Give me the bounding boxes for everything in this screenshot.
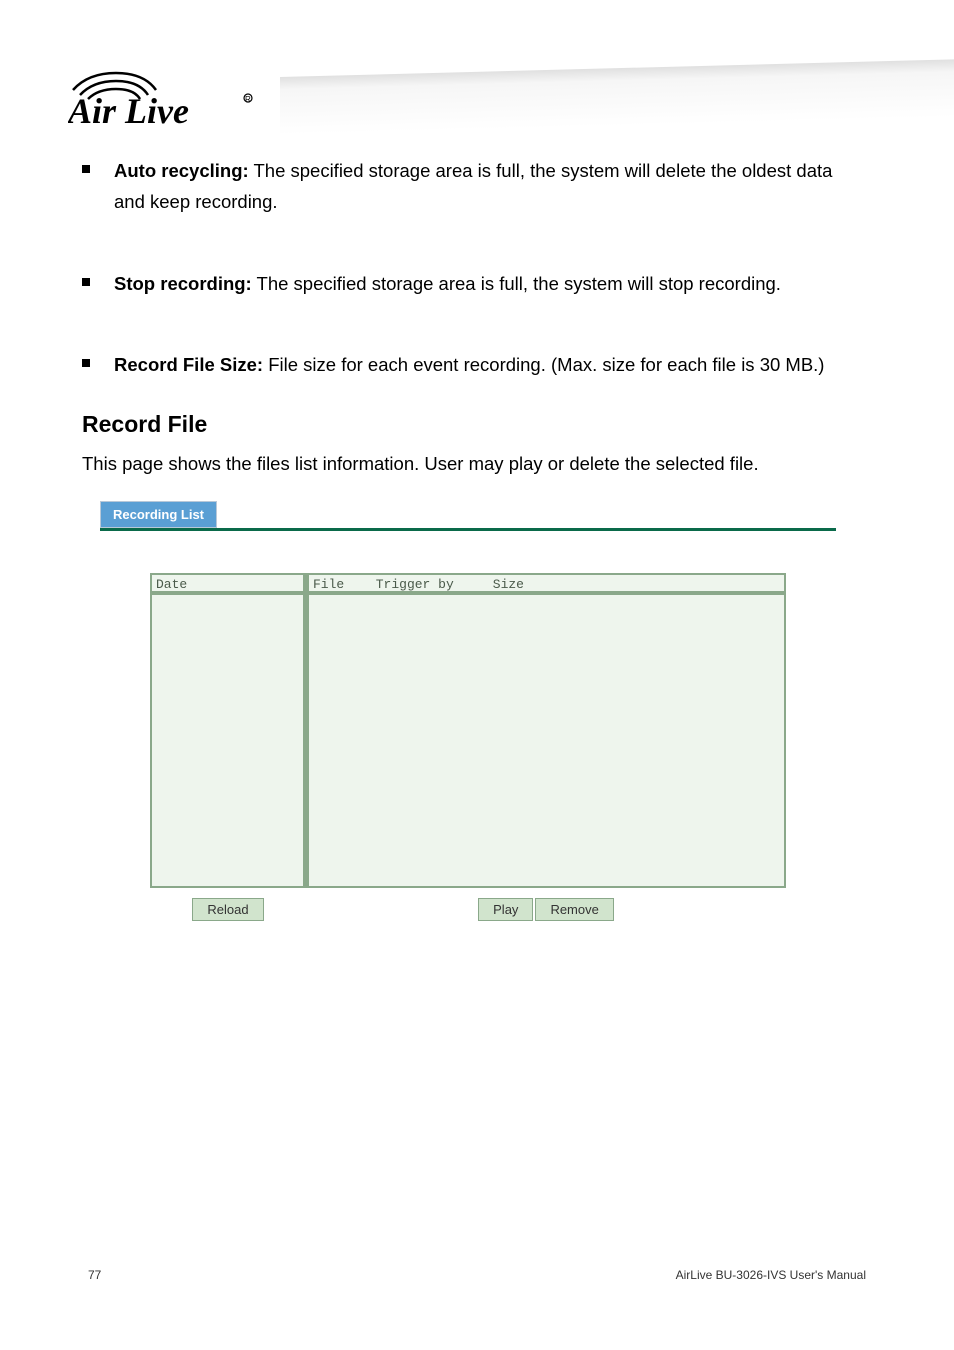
section-title: Record File — [82, 411, 836, 438]
bullet-title: Stop recording: — [114, 273, 252, 294]
panel-tab-recording-list[interactable]: Recording List — [100, 501, 217, 528]
airlive-logo: Air Live R — [68, 55, 278, 130]
svg-text:Air Live: Air Live — [68, 91, 189, 130]
column-header-file-row: File Trigger by Size — [307, 573, 786, 593]
bullet-title: Record File Size: — [114, 354, 263, 375]
footer-manual-title: AirLive BU-3026-IVS User's Manual — [676, 1268, 866, 1282]
bullet-text: Auto recycling: The specified storage ar… — [114, 155, 836, 218]
date-list-area[interactable] — [150, 593, 305, 888]
header-swoosh — [280, 67, 954, 135]
file-list-area[interactable] — [307, 593, 786, 888]
footer-page-number: 77 — [88, 1268, 101, 1282]
bullet-item-stop-recording: Stop recording: The specified storage ar… — [82, 268, 836, 299]
bullet-body: The specified storage area is full, the … — [252, 273, 781, 294]
column-header-trigger: Trigger by — [376, 577, 454, 592]
recording-list-table: Date File Trigger by Size — [150, 573, 786, 921]
section-description: This page shows the files list informati… — [82, 448, 836, 479]
remove-button[interactable]: Remove — [535, 898, 613, 921]
bullet-item-auto-recycling: Auto recycling: The specified storage ar… — [82, 155, 836, 218]
panel-body: Date File Trigger by Size — [100, 528, 836, 1008]
bullet-marker-icon — [82, 359, 90, 367]
bullet-text: Stop recording: The specified storage ar… — [114, 268, 781, 299]
recording-list-panel: Recording List Date File Trigger by Size — [100, 501, 836, 1008]
bullet-item-record-file-size: Record File Size: File size for each eve… — [82, 349, 836, 380]
column-header-file: File — [313, 577, 344, 589]
bullet-title: Auto recycling: — [114, 160, 249, 181]
reload-button[interactable]: Reload — [192, 898, 263, 921]
column-header-size: Size — [493, 577, 524, 592]
play-button[interactable]: Play — [478, 898, 533, 921]
svg-text:R: R — [245, 95, 251, 104]
column-header-date: Date — [150, 573, 305, 593]
bullet-marker-icon — [82, 278, 90, 286]
page-content: Auto recycling: The specified storage ar… — [82, 155, 836, 1008]
bullet-body: File size for each event recording. (Max… — [263, 354, 824, 375]
bullet-marker-icon — [82, 165, 90, 173]
bullet-text: Record File Size: File size for each eve… — [114, 349, 824, 380]
